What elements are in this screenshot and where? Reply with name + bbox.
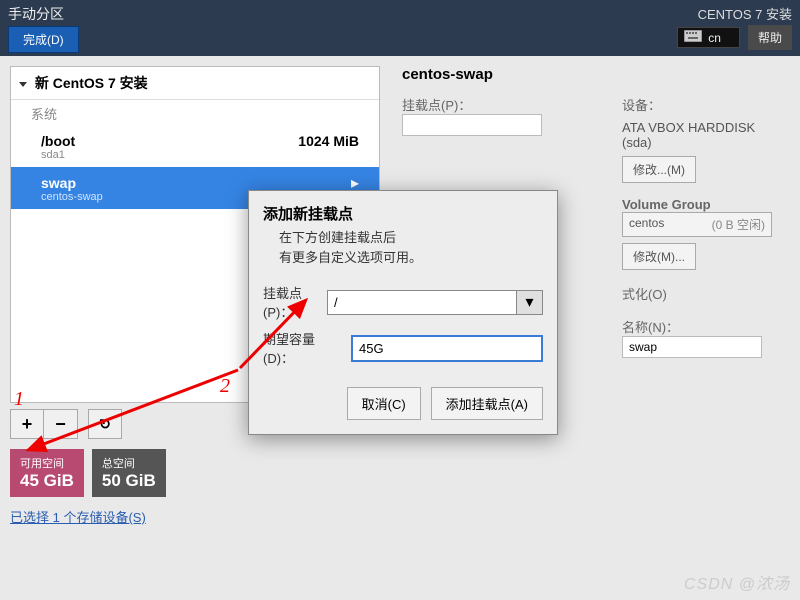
chevron-down-icon: ▾ <box>525 292 533 312</box>
install-title: CENTOS 7 安装 <box>698 4 792 23</box>
dialog-capacity-input[interactable] <box>351 335 543 362</box>
add-partition-button[interactable]: + <box>10 409 44 439</box>
dialog-title: 添加新挂载点 <box>249 191 557 228</box>
dialog-mount-dropdown-button[interactable]: ▾ <box>517 290 543 315</box>
reload-button[interactable]: ↻ <box>88 409 122 439</box>
modify-vg-button[interactable]: 修改(M)... <box>622 243 696 270</box>
remove-partition-button[interactable]: − <box>44 409 78 439</box>
tree-header[interactable]: 新 CentOS 7 安装 <box>11 67 379 100</box>
mount-point-input[interactable] <box>402 114 542 136</box>
dialog-cancel-button[interactable]: 取消(C) <box>347 387 421 420</box>
keyboard-lang: cn <box>708 31 721 45</box>
partition-item-boot[interactable]: /boot sda1 1024 MiB <box>11 127 379 167</box>
mount-point-label: 挂载点(P)： <box>402 95 602 114</box>
system-group-label: 系统 <box>11 100 379 127</box>
format-label: 式化(O) <box>622 284 780 303</box>
watermark: CSDN @浓汤 <box>684 570 790 594</box>
done-button[interactable]: 完成(D) <box>8 26 79 53</box>
total-space-box: 总空间 50 GiB <box>92 449 166 497</box>
available-space-box: 可用空间 45 GiB <box>10 449 84 497</box>
help-button[interactable]: 帮助 <box>748 25 792 50</box>
dialog-add-button[interactable]: 添加挂载点(A) <box>431 387 543 420</box>
modify-device-button[interactable]: 修改...(M) <box>622 156 696 183</box>
top-bar: 手动分区 完成(D) CENTOS 7 安装 cn 帮助 <box>0 0 800 56</box>
volume-group-label: Volume Group <box>622 197 780 212</box>
device-label: 设备： <box>622 95 780 114</box>
chevron-down-icon <box>19 82 27 87</box>
keyboard-icon <box>684 30 702 45</box>
dialog-mount-label: 挂载点(P)： <box>263 283 317 321</box>
device-value: ATA VBOX HARDDISK (sda) <box>622 120 780 150</box>
keyboard-layout-selector[interactable]: cn <box>677 27 740 48</box>
dialog-subtitle: 在下方创建挂载点后 有更多自定义选项可用。 <box>249 228 557 279</box>
storage-devices-link[interactable]: 已选择 1 个存储设备(S) <box>10 507 380 526</box>
dialog-mount-input[interactable] <box>327 290 517 315</box>
dialog-capacity-label: 期望容量(D)： <box>263 329 341 367</box>
volume-group-select[interactable]: centos (0 B 空闲) <box>622 212 772 237</box>
detail-title: centos-swap <box>402 66 780 83</box>
name-label: 名称(N)： <box>622 317 780 336</box>
add-mount-point-dialog: 添加新挂载点 在下方创建挂载点后 有更多自定义选项可用。 挂载点(P)： ▾ 期… <box>248 190 558 435</box>
page-title: 手动分区 <box>8 4 79 24</box>
name-input[interactable] <box>622 336 762 358</box>
